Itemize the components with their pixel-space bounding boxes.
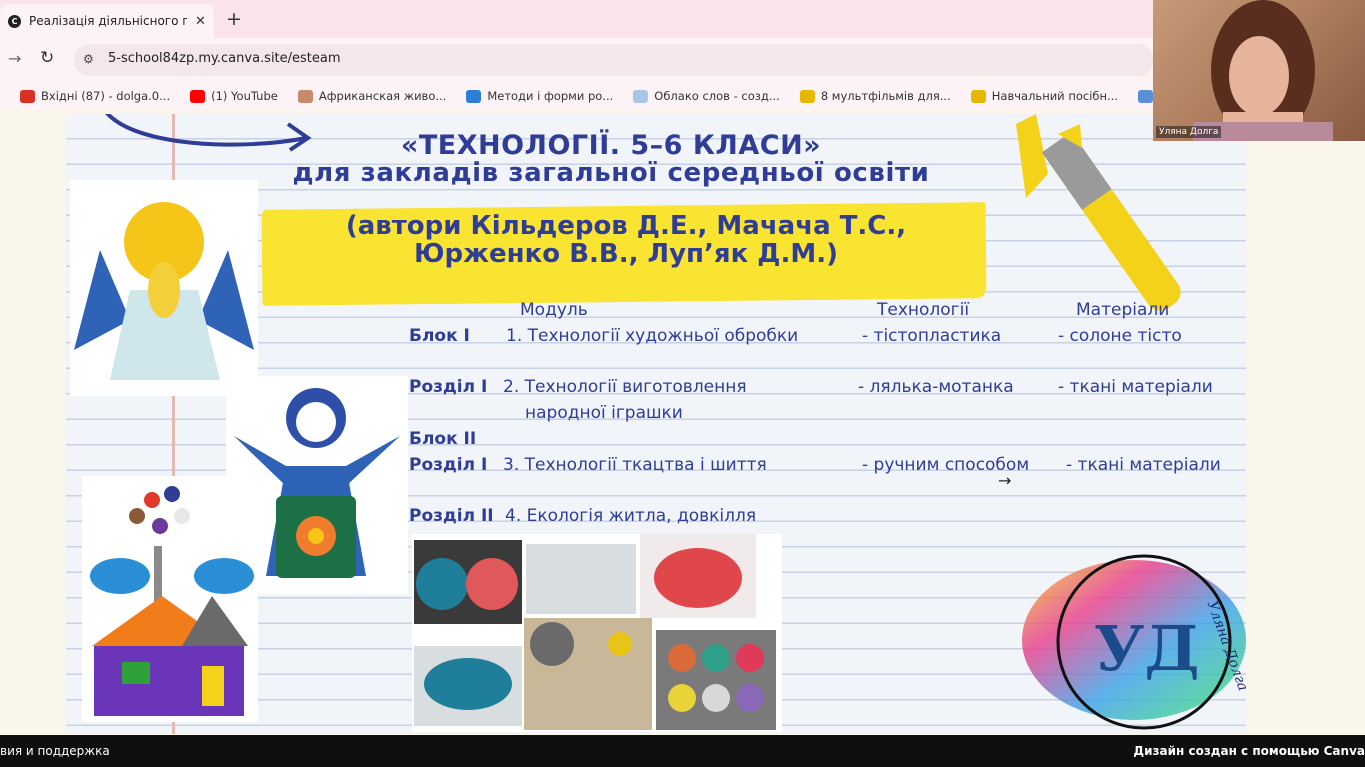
header-technologies: Технології bbox=[877, 300, 970, 320]
cloud-icon bbox=[633, 89, 649, 103]
webcam-participant-name: Уляна Долга bbox=[1156, 126, 1222, 138]
header-materials: Матеріали bbox=[1076, 300, 1170, 320]
bell-icon bbox=[799, 89, 815, 103]
slide-title: «ТЕХНОЛОГІЇ. 5–6 КЛАСИ» bbox=[400, 130, 822, 161]
logo-monogram: УД bbox=[1094, 612, 1199, 685]
module-2-continued: народної іграшки bbox=[525, 403, 683, 423]
canva-footer-bar: вия и поддержка Дизайн создан с помощью … bbox=[0, 735, 1365, 767]
bookmark-item[interactable]: Вхідні (87) - dolga.0... bbox=[20, 89, 170, 103]
felt-house-image bbox=[82, 476, 258, 722]
youtube-icon bbox=[190, 89, 206, 103]
bookmark-item[interactable]: Облако слов - созд... bbox=[633, 89, 780, 103]
material-3: - ткані матеріали bbox=[1066, 455, 1221, 475]
section-1b-label: Розділ І bbox=[409, 455, 488, 475]
bookmark-label: Методи і форми ро... bbox=[487, 89, 614, 103]
bookmark-label: Облако слов - созд... bbox=[654, 89, 780, 103]
new-tab-button[interactable]: + bbox=[226, 8, 242, 30]
address-bar[interactable]: ⚙ 5-school84zp.my.canva.site/esteam bbox=[74, 44, 1154, 76]
authors: (автори Кільдеров Д.Е., Мачача Т.С., Юрж… bbox=[276, 212, 976, 268]
clay-angel-image bbox=[70, 180, 258, 396]
module-1: 1. Технології художньої обробки bbox=[506, 326, 799, 346]
url-text[interactable]: 5-school84zp.my.canva.site/esteam bbox=[108, 51, 341, 66]
authors-line-1: (автори Кільдеров Д.Е., Мачача Т.С., bbox=[345, 211, 907, 241]
bookmark-item[interactable]: Навчальний посібн... bbox=[970, 89, 1118, 103]
image-icon bbox=[1137, 89, 1153, 103]
material-2: - ткані матеріали bbox=[1058, 377, 1213, 397]
technology-1: - тістопластика bbox=[862, 326, 1002, 346]
technology-2: - лялька-мотанка bbox=[858, 377, 1014, 397]
block-2-label: Блок ІІ bbox=[409, 429, 477, 449]
site-settings-icon[interactable]: ⚙ bbox=[83, 52, 94, 66]
gmail-icon bbox=[20, 89, 35, 103]
snowflake-icon bbox=[466, 89, 482, 103]
reload-icon[interactable]: ↻ bbox=[40, 48, 54, 68]
craft-materials-photo-collage bbox=[412, 534, 782, 732]
author-logo: УД Уляна Долга bbox=[1022, 554, 1246, 730]
tab-title: Реалізація діяльнісного підхо bbox=[29, 14, 187, 28]
slide-subtitle: для закладів загальної середньої освіти bbox=[292, 158, 930, 188]
slide: «ТЕХНОЛОГІЇ. 5–6 КЛАСИ» для закладів заг… bbox=[66, 114, 1246, 734]
bell-icon bbox=[970, 89, 986, 103]
made-with-canva-link[interactable]: Дизайн создан с помощью Canva bbox=[1133, 744, 1365, 758]
bookmark-item[interactable]: 8 мультфільмів для... bbox=[799, 89, 951, 103]
authors-line-2: Юрженко В.В., Луп’як Д.М.) bbox=[414, 239, 838, 269]
browser-tab[interactable]: C Реалізація діяльнісного підхо ✕ bbox=[0, 4, 214, 38]
bookmark-item[interactable]: (1) YouTube bbox=[190, 89, 278, 103]
bookmark-label: 8 мультфільмів для... bbox=[820, 89, 951, 103]
bookmark-item[interactable]: Методи і форми ро... bbox=[466, 89, 613, 103]
close-tab-icon[interactable]: ✕ bbox=[195, 14, 206, 29]
bookmark-label: Навчальний посібн... bbox=[991, 89, 1118, 103]
module-3: 3. Технології ткацтва і шиття bbox=[503, 455, 767, 475]
block-1-label: Блок І bbox=[409, 326, 470, 346]
support-link[interactable]: вия и поддержка bbox=[0, 744, 110, 758]
canva-favicon-icon: C bbox=[8, 14, 21, 28]
section-1-label: Розділ І bbox=[409, 377, 488, 397]
presenter-video-frame bbox=[1193, 0, 1333, 141]
bookmark-label: (1) YouTube bbox=[211, 89, 278, 103]
header-module: Модуль bbox=[520, 300, 588, 320]
module-4: 4. Екологія житла, довкілля bbox=[505, 506, 757, 526]
material-1: - солоне тісто bbox=[1058, 326, 1182, 346]
mouse-cursor-icon: → bbox=[998, 471, 1012, 490]
module-2: 2. Технології виготовлення bbox=[503, 377, 747, 397]
section-2-label: Розділ ІІ bbox=[409, 506, 494, 526]
animal-icon bbox=[297, 89, 313, 103]
bookmark-label: Вхідні (87) - dolga.0... bbox=[41, 89, 171, 103]
canva-site-stage: «ТЕХНОЛОГІЇ. 5–6 КЛАСИ» для закладів заг… bbox=[0, 110, 1365, 735]
forward-icon[interactable]: → bbox=[8, 49, 21, 68]
bookmark-item[interactable]: Африканская живо... bbox=[297, 89, 447, 103]
bookmark-label: Африканская живо... bbox=[318, 89, 447, 103]
webcam-video: Уляна Долга bbox=[1153, 0, 1365, 141]
